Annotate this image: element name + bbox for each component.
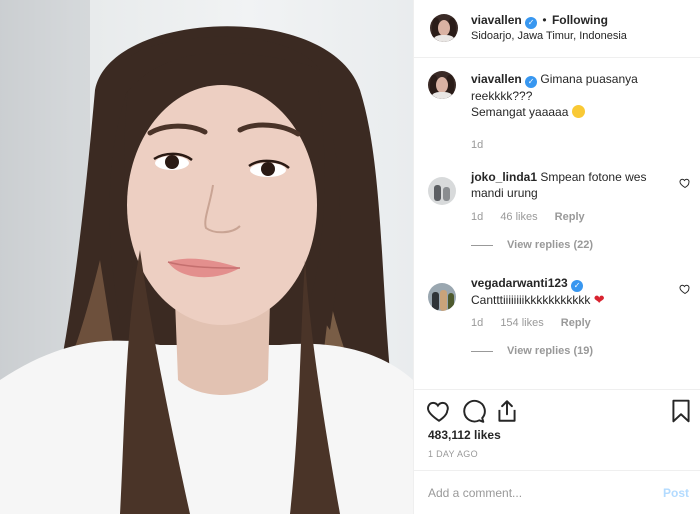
author-username[interactable]: viavallen	[471, 13, 522, 27]
divider-line	[471, 350, 493, 352]
caption-meta: 1d	[471, 139, 497, 151]
author-avatar[interactable]	[430, 14, 458, 42]
share-icon[interactable]	[494, 398, 520, 424]
view-replies-label: View replies (19)	[507, 345, 594, 357]
caption-time[interactable]: 1d	[471, 139, 483, 151]
view-replies-button[interactable]: View replies (22)	[471, 239, 593, 251]
comment-item: vegadarwanti123 ✓ Cantttiiiiiiiikkkkkkkk…	[428, 275, 693, 365]
verified-badge-icon: ✓	[571, 280, 584, 292]
comment-meta: 1d 154 likes Reply	[471, 317, 605, 329]
caption-text-3: Semangat yaaaaa	[471, 105, 569, 119]
header-title-row: viavallen ✓ • Following	[471, 13, 608, 29]
comment-text-1: Smpean fotone wes	[540, 170, 647, 184]
comment-username[interactable]: vegadarwanti123	[471, 276, 568, 290]
comment-time[interactable]: 1d	[471, 317, 483, 329]
comment-body: vegadarwanti123 ✓ Cantttiiiiiiiikkkkkkkk…	[471, 275, 671, 308]
comment-likes[interactable]: 46 likes	[500, 211, 537, 223]
caption-text-2: reekkkk???	[471, 89, 533, 103]
post-header: viavallen ✓ • Following Sidoarjo, Jawa T…	[414, 0, 700, 58]
post-location-link[interactable]: Sidoarjo, Jawa Timur, Indonesia	[471, 30, 627, 42]
comment-text-2: mandi urung	[471, 186, 538, 200]
comment-text-1: Cantttiiiiiiiikkkkkkkkkkk	[471, 293, 591, 307]
comment-item: joko_linda1 Smpean fotone wes mandi urun…	[428, 169, 693, 259]
selfie-illustration	[0, 0, 413, 514]
comments-list[interactable]: viavallen ✓ Gimana puasanya reekkkk??? S…	[414, 59, 700, 389]
reply-button[interactable]: Reply	[555, 211, 585, 223]
divider-line	[471, 244, 493, 246]
comment-icon[interactable]	[460, 398, 486, 424]
comment-likes[interactable]: 154 likes	[500, 317, 543, 329]
view-replies-button[interactable]: View replies (19)	[471, 345, 593, 357]
like-comment-heart-icon[interactable]	[679, 177, 691, 189]
comment-body: joko_linda1 Smpean fotone wes mandi urun…	[471, 169, 671, 201]
bookmark-icon[interactable]	[668, 398, 694, 424]
comment-meta: 1d 46 likes Reply	[471, 211, 599, 223]
comment-username[interactable]: joko_linda1	[471, 170, 537, 184]
post-side-panel: viavallen ✓ • Following Sidoarjo, Jawa T…	[413, 0, 700, 514]
red-heart-emoji: ❤	[593, 292, 605, 307]
reply-button[interactable]: Reply	[561, 317, 591, 329]
post-actions: 483,112 likes 1 DAY AGO	[414, 389, 700, 469]
comment-time[interactable]: 1d	[471, 211, 483, 223]
post-comment-button[interactable]: Post	[663, 486, 689, 500]
following-button[interactable]: Following	[552, 13, 608, 27]
commenter-avatar[interactable]	[428, 177, 456, 205]
verified-badge-icon: ✓	[525, 17, 538, 29]
commenter-avatar[interactable]	[428, 283, 456, 311]
caption-comment: viavallen ✓ Gimana puasanya reekkkk??? S…	[428, 71, 693, 151]
caption-text-1: Gimana puasanya	[540, 72, 638, 86]
view-replies-label: View replies (22)	[507, 239, 594, 251]
like-comment-heart-icon[interactable]	[679, 283, 691, 295]
post-timestamp[interactable]: 1 DAY AGO	[428, 449, 478, 459]
likes-count[interactable]: 483,112 likes	[428, 428, 501, 442]
add-comment-bar: Post	[414, 470, 700, 514]
heart-icon[interactable]	[426, 398, 452, 424]
post-photo[interactable]	[0, 0, 413, 514]
caption-author-avatar[interactable]	[428, 71, 456, 99]
caption-body: viavallen ✓ Gimana puasanya reekkkk??? S…	[471, 71, 671, 120]
instagram-post: viavallen ✓ • Following Sidoarjo, Jawa T…	[0, 0, 700, 514]
header-separator: •	[542, 13, 547, 27]
caption-username[interactable]: viavallen	[471, 72, 522, 86]
smiling-face-icon	[571, 105, 585, 118]
verified-badge-icon: ✓	[525, 76, 538, 88]
add-comment-input[interactable]	[428, 483, 648, 503]
